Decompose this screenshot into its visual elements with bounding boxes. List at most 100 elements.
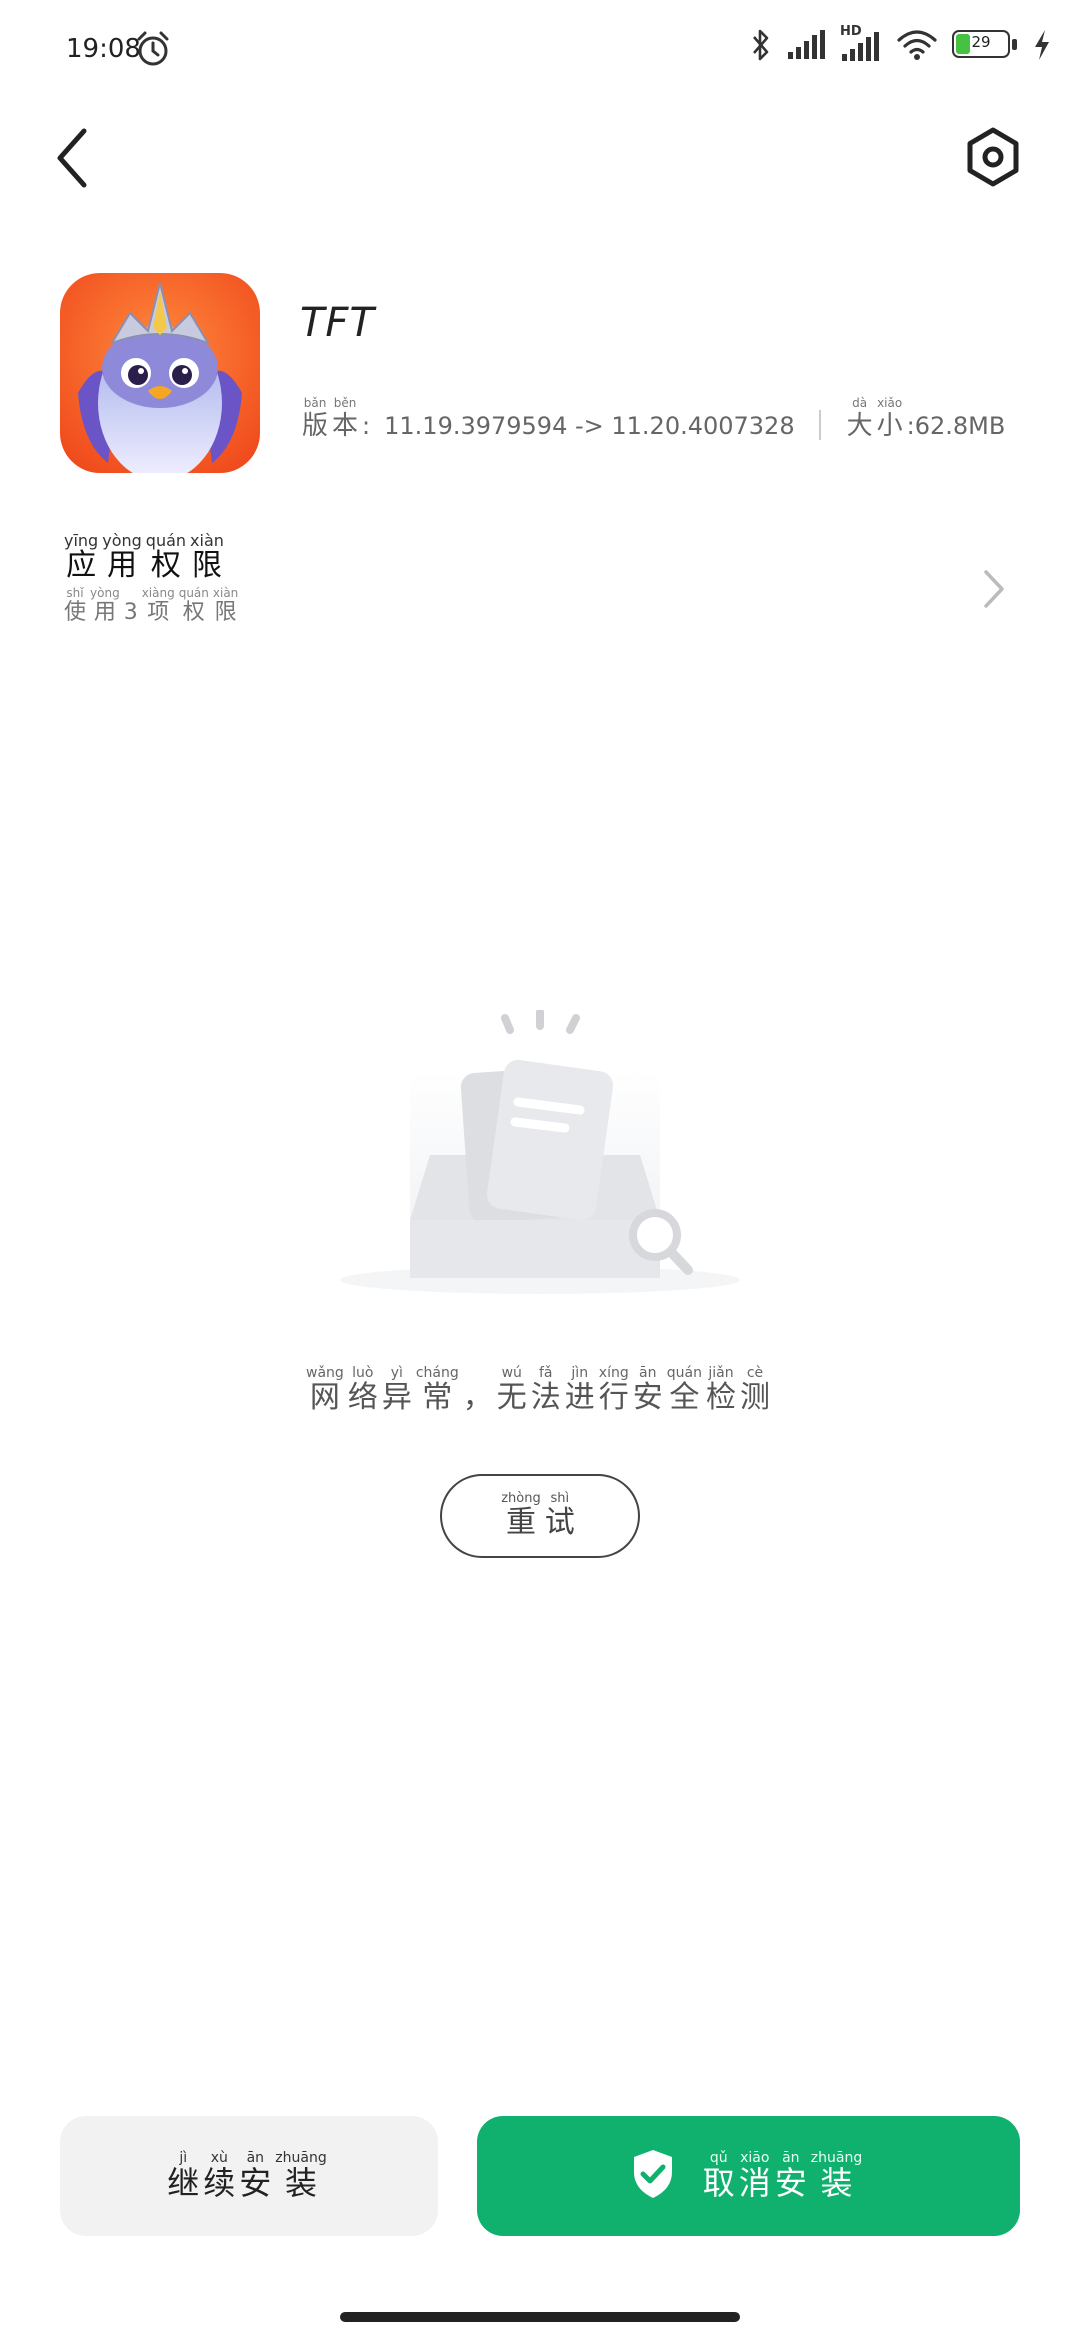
chevron-left-icon bbox=[57, 128, 87, 188]
continue-install-label-char: zhuāng 装 bbox=[275, 2151, 326, 2201]
error-message-pinyin: wú bbox=[501, 1365, 522, 1381]
settings-button[interactable] bbox=[962, 126, 1024, 188]
permissions-subtitle-hanzi: 项 bbox=[147, 600, 170, 625]
size-label-hanzi: 大 bbox=[846, 411, 873, 441]
permissions-subtitle-pinyin: xiàng bbox=[141, 586, 175, 600]
network-error-message: wǎng 网 luò 络 yì 异 cháng 常 ， wú 无 fǎ 法 jìn 进 xíng 行 ān 安 qu… bbox=[0, 1366, 1080, 1416]
permissions-title-char: quán 权 bbox=[145, 531, 187, 584]
app-icon bbox=[60, 273, 260, 473]
permissions-subtitle-char: xiàng 项 bbox=[142, 586, 175, 626]
permissions-subtitle: shǐ 使 yòng 用 3 xiàng 项 quán 权 xiàn 限 bbox=[64, 586, 1024, 626]
version-value: 11.19.3979594 -> 11.20.4007328 bbox=[384, 412, 795, 440]
permissions-title-hanzi: 限 bbox=[191, 548, 222, 583]
error-message-hanzi: ， bbox=[462, 1380, 493, 1415]
cancel-install-label-pinyin: xiāo bbox=[740, 2150, 770, 2166]
error-message-char: luò 络 bbox=[348, 1366, 378, 1416]
error-message-hanzi: 进 bbox=[564, 1380, 595, 1415]
permissions-title-hanzi: 用 bbox=[107, 548, 137, 583]
retry-button[interactable]: zhòng 重 shì 试 bbox=[440, 1474, 640, 1558]
app-name: TFT bbox=[300, 300, 375, 346]
battery-icon: 29 bbox=[952, 30, 1018, 60]
continue-install-label-hanzi: 继 bbox=[167, 2164, 200, 2202]
permissions-subtitle-pinyin: xiàn bbox=[212, 586, 239, 600]
permissions-subtitle-hanzi: 3 bbox=[123, 600, 138, 625]
size-label: dà 大 xiǎo 小 bbox=[847, 396, 907, 442]
permissions-title-hanzi: 应 bbox=[66, 548, 97, 583]
back-button[interactable] bbox=[50, 125, 100, 191]
permissions-subtitle-hanzi: 权 bbox=[182, 600, 205, 625]
continue-install-label-hanzi: 装 bbox=[285, 2164, 318, 2202]
network-error-illustration bbox=[330, 1008, 750, 1310]
error-message-pinyin: yì bbox=[390, 1365, 403, 1381]
error-message-hanzi: 络 bbox=[347, 1380, 378, 1415]
error-message-hanzi: 检 bbox=[705, 1380, 736, 1415]
error-message-char: cháng 常 bbox=[416, 1366, 459, 1416]
permissions-title-pinyin: yòng bbox=[102, 531, 142, 550]
permissions-subtitle-pinyin: quán bbox=[178, 586, 209, 600]
error-message-hanzi: 行 bbox=[598, 1380, 629, 1415]
app-meta-row: bǎn 版 běn 本 : 11.19.3979594 -> 11.20.400732… bbox=[302, 382, 1005, 442]
signal-icon bbox=[786, 30, 826, 60]
error-message-pinyin: wǎng bbox=[306, 1365, 344, 1381]
app-permissions-row[interactable]: yīng 应 yòng 用 quán 权 xiàn 限 shǐ 使 yòng 用 3 xiàng 项 qu… bbox=[64, 531, 1024, 644]
error-message-hanzi: 安 bbox=[632, 1380, 663, 1415]
permissions-subtitle-char: 3 bbox=[124, 586, 138, 626]
error-message-pinyin: xíng bbox=[598, 1365, 629, 1381]
cancel-install-label-char: xiāo 消 bbox=[739, 2151, 771, 2201]
size-label-pinyin: dà bbox=[852, 396, 868, 410]
size-label-hanzi: 小 bbox=[876, 411, 903, 441]
cancel-install-label-hanzi: 消 bbox=[738, 2164, 771, 2202]
continue-install-button[interactable]: jì 继 xù 续 ān 安 zhuāng 装 bbox=[60, 2116, 438, 2236]
version-label-hanzi: 版 bbox=[302, 411, 329, 441]
error-message-pinyin: cháng bbox=[415, 1365, 459, 1381]
cancel-install-button[interactable]: qǔ 取 xiāo 消 ān 安 zhuāng 装 bbox=[477, 2116, 1020, 2236]
error-message-char: jiǎn 检 bbox=[706, 1366, 736, 1416]
permissions-subtitle-char: yòng 用 bbox=[90, 586, 120, 626]
error-message-char: yì 异 bbox=[382, 1366, 412, 1416]
alarm-icon bbox=[134, 30, 172, 72]
continue-install-label-hanzi: 安 bbox=[239, 2164, 272, 2202]
cancel-install-label-pinyin: qǔ bbox=[709, 2150, 728, 2166]
size-label-pinyin: xiǎo bbox=[877, 396, 903, 410]
home-indicator[interactable] bbox=[340, 2312, 740, 2322]
permissions-subtitle-hanzi: 用 bbox=[93, 600, 116, 625]
error-message-hanzi: 网 bbox=[309, 1380, 340, 1415]
continue-install-label-pinyin: zhuāng bbox=[275, 2150, 327, 2166]
wifi-icon bbox=[896, 28, 938, 62]
retry-label-char: shì 试 bbox=[545, 1492, 575, 1540]
continue-install-label-char: ān 安 bbox=[239, 2151, 271, 2201]
permissions-title: yīng 应 yòng 用 quán 权 xiàn 限 bbox=[64, 531, 1024, 584]
error-message-char: wú 无 bbox=[497, 1366, 527, 1416]
permissions-title-char: yòng 用 bbox=[102, 531, 142, 584]
permissions-subtitle-pinyin: yòng bbox=[90, 586, 120, 600]
cancel-install-label-pinyin: zhuāng bbox=[810, 2150, 863, 2166]
continue-install-label-char: jì 继 bbox=[167, 2151, 199, 2201]
error-message-char: ān 安 bbox=[633, 1366, 663, 1416]
error-message-pinyin: quán bbox=[666, 1365, 702, 1381]
permissions-subtitle-pinyin: shǐ bbox=[66, 586, 84, 600]
permissions-subtitle-char: quán 权 bbox=[179, 586, 209, 626]
error-message-pinyin bbox=[476, 1366, 480, 1380]
permissions-subtitle-hanzi: 限 bbox=[214, 600, 237, 625]
cancel-install-label-hanzi: 安 bbox=[774, 2164, 807, 2202]
cancel-install-label-hanzi: 取 bbox=[702, 2164, 735, 2202]
continue-install-label-char: xù 续 bbox=[203, 2151, 235, 2201]
permissions-title-char: yīng 应 bbox=[64, 533, 98, 584]
cancel-install-label-char: qǔ 取 bbox=[703, 2151, 735, 2201]
permissions-subtitle-char: xiàn 限 bbox=[213, 586, 238, 626]
error-message-hanzi: 测 bbox=[739, 1380, 770, 1415]
cancel-install-label-char: ān 安 bbox=[775, 2151, 807, 2201]
permissions-subtitle-hanzi: 使 bbox=[64, 600, 87, 625]
error-message-pinyin: jìn bbox=[571, 1365, 589, 1381]
retry-label-hanzi: 试 bbox=[544, 1505, 575, 1540]
chevron-right-icon bbox=[982, 568, 1006, 614]
error-message-pinyin: ān bbox=[639, 1365, 657, 1381]
continue-install-label-pinyin: ān bbox=[246, 2150, 265, 2166]
retry-label-pinyin: shì bbox=[550, 1491, 570, 1506]
size-label-char: xiǎo 小 bbox=[877, 396, 903, 442]
permissions-title-pinyin: quán bbox=[145, 531, 187, 550]
version-label-hanzi: 本 bbox=[332, 411, 359, 441]
error-message-hanzi: 无 bbox=[496, 1380, 527, 1415]
continue-install-label-pinyin: xù bbox=[210, 2150, 228, 2166]
error-message-char: ， bbox=[463, 1366, 493, 1416]
